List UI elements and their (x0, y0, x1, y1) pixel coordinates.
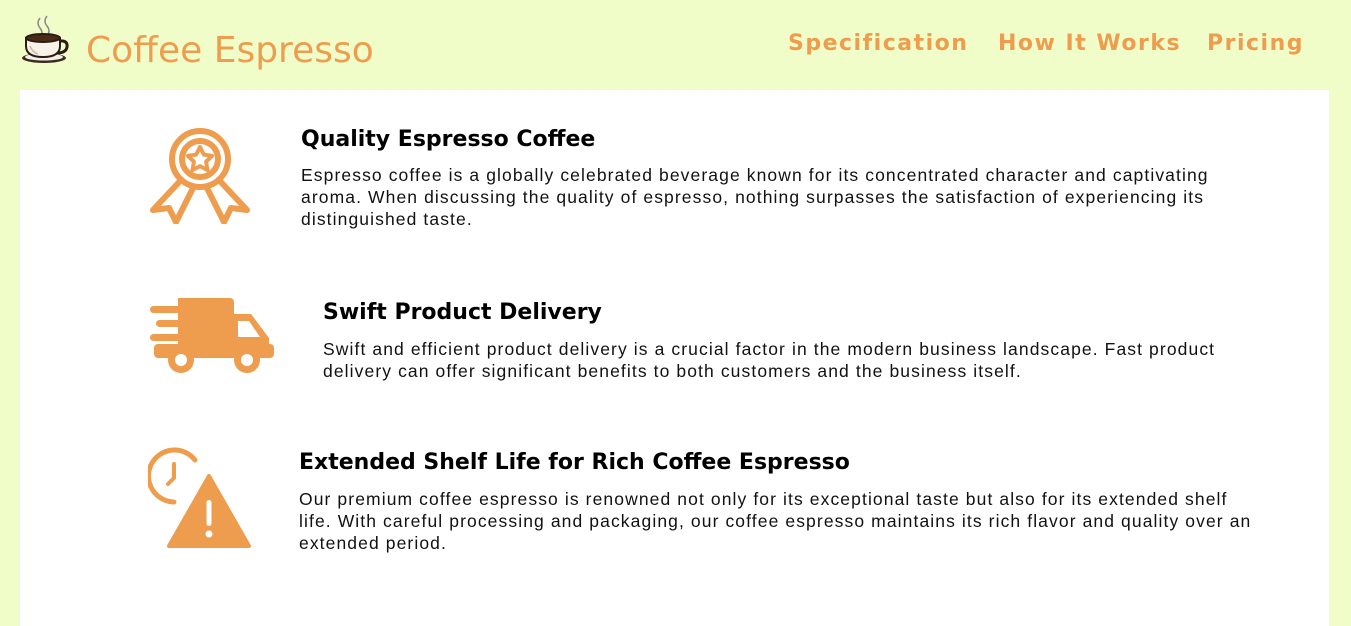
clock-warning-icon (148, 447, 251, 548)
coffee-cup-icon[interactable] (20, 14, 70, 66)
feature-description: Swift and efficient product delivery is … (323, 339, 1216, 381)
site-header: Coffee Espresso Specification How It Wor… (0, 0, 1351, 90)
nav-pricing[interactable]: Pricing (1207, 30, 1304, 58)
award-ribbon-icon (150, 128, 250, 224)
feature-description: Our premium coffee espresso is renowned … (299, 489, 1252, 553)
feature-title: Quality Espresso Coffee (301, 127, 596, 152)
feature-title: Swift Product Delivery (323, 300, 602, 325)
delivery-truck-icon (150, 298, 274, 373)
brand-title[interactable]: Coffee Espresso (86, 24, 374, 78)
nav-how-it-works[interactable]: How It Works (998, 30, 1181, 58)
nav-specification[interactable]: Specification (788, 30, 968, 58)
features-card: Quality Espresso Coffee Espresso coffee … (20, 90, 1329, 626)
feature-title: Extended Shelf Life for Rich Coffee Espr… (299, 450, 850, 475)
feature-description: Espresso coffee is a globally celebrated… (301, 165, 1209, 229)
